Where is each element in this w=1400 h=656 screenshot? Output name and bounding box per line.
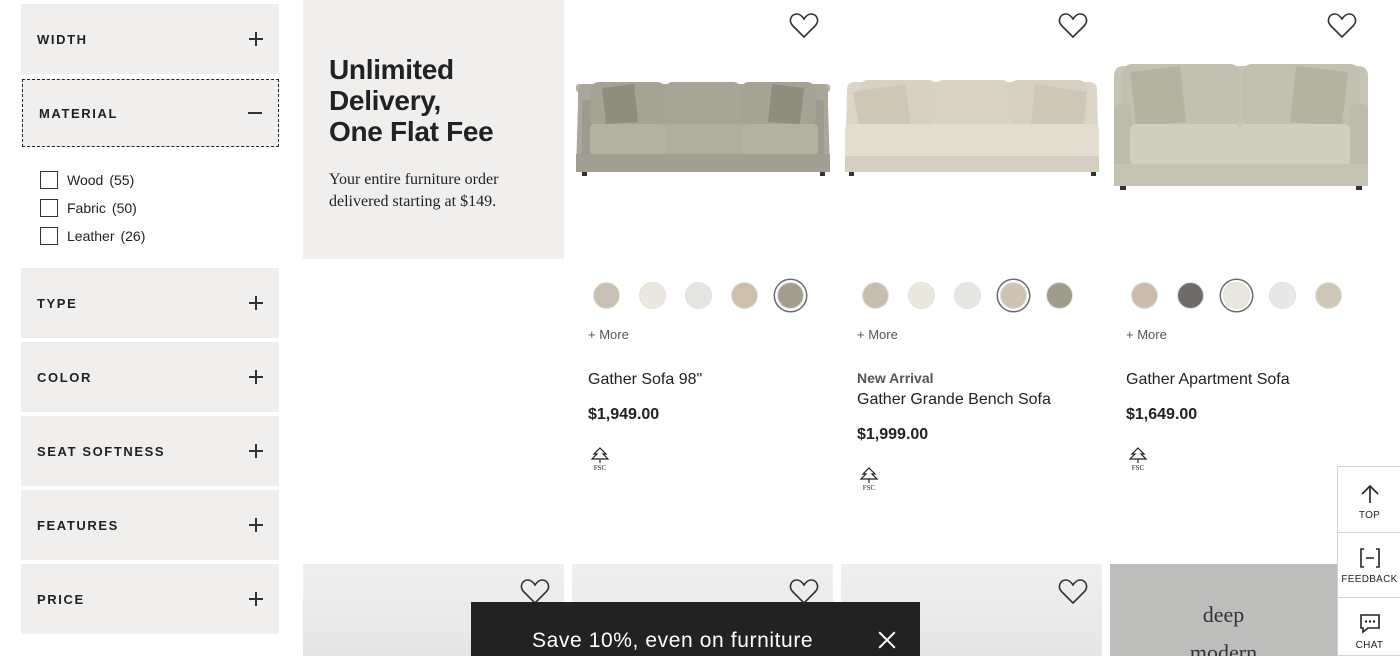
plus-icon (249, 296, 263, 310)
product-card[interactable]: + More Gather Sofa 98" $1,949.00 FSC (572, 0, 834, 520)
option-count: (50) (111, 200, 137, 216)
utility-rail: TOP FEEDBACK CHAT (1337, 466, 1400, 656)
filter-label: FEATURES (37, 517, 119, 533)
color-swatch[interactable] (777, 282, 804, 309)
filter-label: TYPE (37, 295, 78, 311)
filter-label: PRICE (37, 591, 85, 607)
filter-label: WIDTH (37, 31, 88, 47)
filter-features[interactable]: FEATURES (21, 490, 279, 560)
plus-icon (249, 32, 263, 46)
product-price: $1,949.00 (588, 406, 660, 423)
chat-icon (1360, 614, 1380, 634)
color-swatch[interactable] (1000, 282, 1027, 309)
material-option-wood[interactable]: Wood (55) (40, 166, 145, 194)
close-icon[interactable] (877, 630, 897, 650)
color-swatches (862, 282, 1073, 309)
color-swatches (593, 282, 804, 309)
promo-title-line: Unlimited (329, 54, 454, 85)
color-swatch[interactable] (1046, 282, 1073, 309)
more-swatches-link[interactable]: + More (1126, 327, 1167, 342)
heart-icon[interactable] (1058, 578, 1088, 606)
fsc-icon: FSC (1128, 447, 1148, 472)
tile-text: deep (1202, 602, 1245, 627)
option-label: Fabric (67, 200, 106, 216)
plus-icon (249, 592, 263, 606)
heart-icon[interactable] (789, 12, 819, 40)
promo-tile: Unlimited Delivery, One Flat Fee Your en… (303, 0, 564, 259)
product-price: $1,999.00 (857, 426, 929, 443)
more-swatches-link[interactable]: + More (857, 327, 898, 342)
plus-icon (249, 370, 263, 384)
more-swatches-link[interactable]: + More (588, 327, 629, 342)
heart-icon[interactable] (1327, 12, 1357, 40)
color-swatch[interactable] (1223, 282, 1250, 309)
banner-text: Save 10%, even on furniture (532, 629, 814, 652)
rail-label: TOP (1358, 510, 1381, 521)
feedback-button[interactable]: FEEDBACK (1338, 532, 1400, 597)
promo-title: Unlimited Delivery, One Flat Fee (329, 54, 538, 147)
color-swatch[interactable] (731, 282, 758, 309)
checkbox[interactable] (40, 199, 58, 217)
promo-title-line: One Flat Fee (329, 116, 494, 147)
checkbox[interactable] (40, 171, 58, 189)
new-arrival-badge: New Arrival (857, 370, 934, 386)
plus-icon (249, 444, 263, 458)
filter-price[interactable]: PRICE (21, 564, 279, 634)
filter-label: MATERIAL (39, 105, 118, 121)
product-name[interactable]: Gather Apartment Sofa (1126, 371, 1290, 389)
product-card[interactable]: + More Gather Apartment Sofa $1,649.00 F… (1110, 0, 1372, 520)
color-swatch[interactable] (862, 282, 889, 309)
material-options: Wood (55) Fabric (50) Leather (26) (40, 166, 145, 250)
arrow-up-icon (1361, 484, 1379, 503)
product-name[interactable]: Gather Grande Bench Sofa (857, 391, 1051, 409)
back-to-top-button[interactable]: TOP (1338, 467, 1400, 532)
promo-image-tile[interactable]: deep modern (1110, 564, 1337, 656)
filter-type[interactable]: TYPE (21, 268, 279, 338)
material-option-leather[interactable]: Leather (26) (40, 222, 145, 250)
promo-text: Your entire furniture order delivered st… (329, 171, 499, 210)
chat-button[interactable]: CHAT (1338, 597, 1400, 656)
filter-seat-softness[interactable]: SEAT SOFTNESS (21, 416, 279, 486)
color-swatch[interactable] (639, 282, 666, 309)
fsc-icon: FSC (859, 467, 879, 492)
feedback-icon (1360, 548, 1380, 568)
rail-label: CHAT (1355, 640, 1384, 651)
color-swatch[interactable] (1177, 282, 1204, 309)
plus-icon (249, 518, 263, 532)
product-price: $1,649.00 (1126, 406, 1198, 423)
filter-color[interactable]: COLOR (21, 342, 279, 412)
minus-icon (248, 106, 262, 120)
checkbox[interactable] (40, 227, 58, 245)
option-count: (55) (109, 172, 135, 188)
filter-material[interactable]: MATERIAL (22, 79, 279, 147)
filter-label: SEAT SOFTNESS (37, 443, 166, 459)
color-swatch[interactable] (1131, 282, 1158, 309)
heart-icon[interactable] (1058, 12, 1088, 40)
color-swatch[interactable] (908, 282, 935, 309)
color-swatch[interactable] (1269, 282, 1296, 309)
fsc-text: FSC (863, 484, 876, 492)
option-count: (26) (120, 228, 146, 244)
option-label: Leather (67, 228, 115, 244)
discount-banner[interactable]: Save 10%, even on furniture (471, 602, 920, 656)
option-label: Wood (67, 172, 104, 188)
rail-label: FEEDBACK (1341, 574, 1398, 585)
filter-label: COLOR (37, 369, 92, 385)
product-name[interactable]: Gather Sofa 98" (588, 371, 702, 389)
filter-width[interactable]: WIDTH (21, 4, 279, 74)
color-swatches (1131, 282, 1342, 309)
color-swatch[interactable] (685, 282, 712, 309)
product-card[interactable]: + More New Arrival Gather Grande Bench S… (841, 0, 1103, 520)
color-swatch[interactable] (1315, 282, 1342, 309)
tile-text: modern (1189, 640, 1258, 656)
color-swatch[interactable] (954, 282, 981, 309)
color-swatch[interactable] (593, 282, 620, 309)
fsc-text: FSC (594, 464, 607, 472)
fsc-icon: FSC (590, 447, 610, 472)
material-option-fabric[interactable]: Fabric (50) (40, 194, 145, 222)
promo-title-line: Delivery, (329, 85, 441, 116)
fsc-text: FSC (1132, 464, 1145, 472)
